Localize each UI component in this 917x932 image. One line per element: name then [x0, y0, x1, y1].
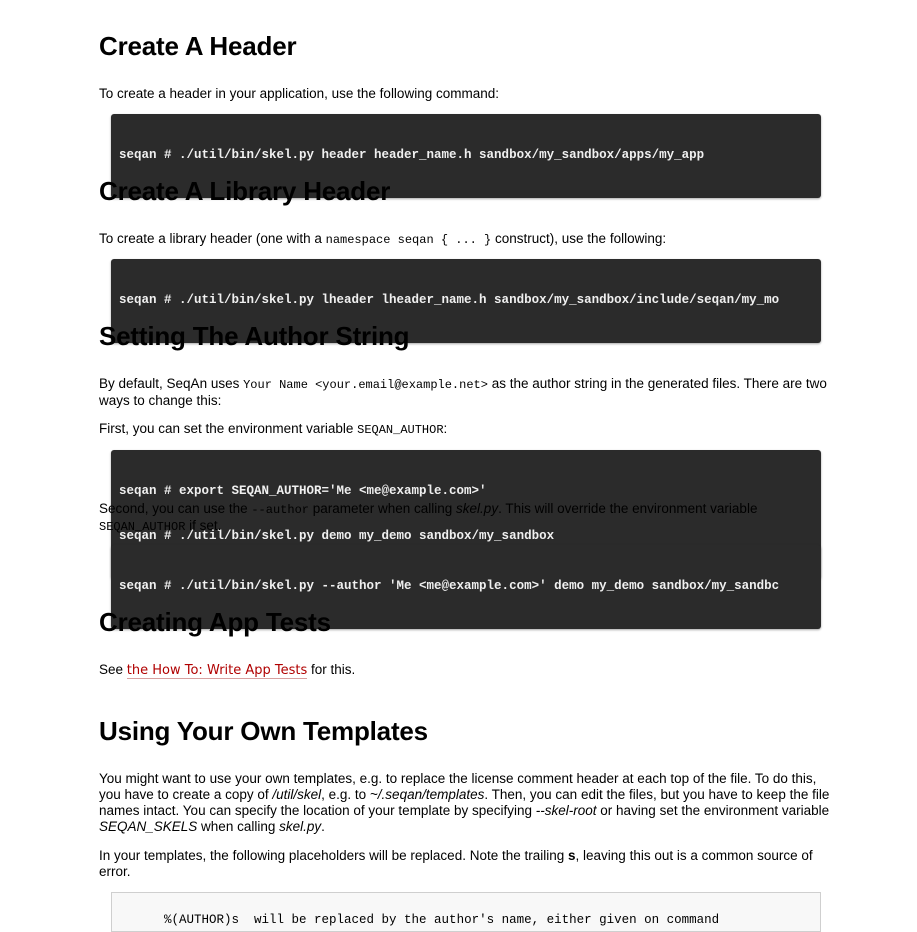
text-span: when calling — [197, 819, 280, 834]
heading-author-string: Setting The Author String — [99, 321, 410, 351]
text-span: parameter when calling — [308, 501, 457, 516]
paragraph-author-default: By default, SeqAn uses Your Name <your.e… — [99, 376, 831, 409]
inline-code: SEQAN_AUTHOR — [99, 520, 186, 534]
inline-code: SEQAN_AUTHOR — [357, 423, 444, 437]
code-line: seqan # ./util/bin/skel.py --author 'Me … — [119, 579, 780, 593]
inline-code: --author — [251, 503, 309, 517]
text-span: , e.g. to — [321, 787, 370, 802]
text-span: By default, SeqAn uses — [99, 376, 244, 391]
code-line: %(AUTHOR)s will be replaced by the autho… — [164, 913, 720, 927]
emphasis: ~/.seqan/templates — [369, 787, 485, 802]
inline-code: namespace seqan { ... } — [325, 233, 492, 247]
text-span: for this. — [307, 662, 356, 677]
emphasis: /util/skel — [272, 787, 322, 802]
paragraph-app-tests: See the How To: Write App Tests for this… — [99, 662, 355, 679]
write-app-tests-link[interactable]: the How To: Write App Tests — [126, 663, 308, 679]
code-line: seqan # ./util/bin/skel.py lheader lhead… — [119, 293, 780, 307]
heading-app-tests: Creating App Tests — [99, 607, 331, 637]
paragraph-library-header: To create a library header (one with a n… — [99, 231, 666, 248]
text-span: : — [443, 421, 448, 436]
bold-text: s — [568, 848, 576, 863]
text-span: Second, you can use the — [99, 501, 252, 516]
inline-code: Your Name <your.email@example.net> — [243, 378, 488, 392]
heading-create-header: Create A Header — [99, 31, 297, 61]
code-block-placeholders: %(AUTHOR)s will be replaced by the autho… — [111, 892, 821, 932]
code-line: seqan # ./util/bin/skel.py header header… — [119, 148, 705, 162]
heading-create-library-header: Create A Library Header — [99, 176, 391, 206]
text-span: See — [99, 662, 127, 677]
text-span: if set. — [185, 518, 222, 533]
text-span: In your templates, the following placeho… — [99, 848, 569, 863]
emphasis: skel.py — [456, 501, 499, 516]
text-span: construct), use the following: — [491, 231, 667, 246]
code-line: seqan # export SEQAN_AUTHOR='Me <me@exam… — [119, 484, 487, 498]
heading-own-templates: Using Your Own Templates — [99, 716, 428, 746]
text-span: To create a library header (one with a — [99, 231, 326, 246]
emphasis: SEQAN_SKELS — [99, 819, 198, 834]
paragraph-author-second: Second, you can use the --author paramet… — [99, 501, 831, 535]
paragraph-placeholders: In your templates, the following placeho… — [99, 848, 831, 880]
text-span: or having set the environment variable — [596, 803, 830, 818]
emphasis: --skel-root — [535, 803, 597, 818]
text-span: . This will override the environment var… — [498, 501, 758, 516]
paragraph-templates: You might want to use your own templates… — [99, 771, 831, 835]
emphasis: skel.py — [279, 819, 322, 834]
text-span: . — [321, 819, 325, 834]
paragraph-author-first: First, you can set the environment varia… — [99, 421, 447, 438]
text-span: First, you can set the environment varia… — [99, 421, 358, 436]
paragraph-create-header: To create a header in your application, … — [99, 86, 499, 101]
